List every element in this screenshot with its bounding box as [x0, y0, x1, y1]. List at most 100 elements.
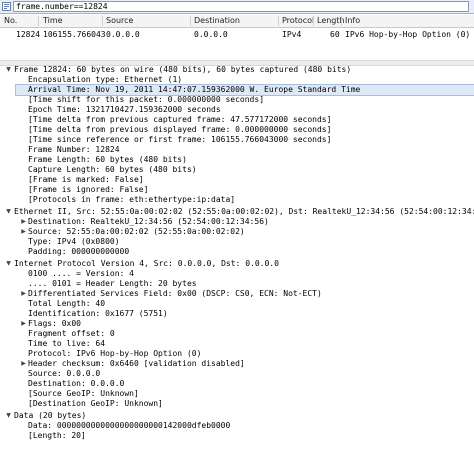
tree-item-text: Data: 0000000000000000000000142000dfeb00… — [28, 421, 231, 430]
tree-item-text: [Time since reference or first frame: 10… — [28, 135, 332, 144]
tree-item-text: [Length: 20] — [28, 431, 86, 440]
tree-node[interactable]: ▶ Header checksum: 0x6460 [validation dis… — [16, 359, 474, 369]
tree-leaf[interactable]: Arrival Time: Nov 19, 2011 14:47:07.1593… — [15, 84, 474, 96]
tree-leaf[interactable]: Total Length: 40 — [16, 299, 474, 309]
tree-leaf[interactable]: Frame Length: 60 bytes (480 bits) — [16, 155, 474, 165]
tree-leaf[interactable]: [Time shift for this packet: 0.000000000… — [16, 95, 474, 105]
tree-leaf[interactable]: Frame Number: 12824 — [16, 145, 474, 155]
packet-info: IPv6 Hop-by-Hop Option (0) — [345, 30, 471, 39]
tree-item-text: Epoch Time: 1321710427.159362000 seconds — [28, 105, 221, 114]
bookmark-filter-icon[interactable] — [2, 2, 11, 11]
expanded-arrow-icon[interactable]: ▼ — [5, 65, 12, 75]
tree-leaf[interactable]: Data: 0000000000000000000000142000dfeb00… — [16, 421, 474, 431]
tree-item-text: Total Length: 40 — [28, 299, 106, 308]
tree-item-text: [Protocols in frame: eth:ethertype:ip:da… — [28, 195, 236, 204]
tree-item-text: Data (20 bytes) — [14, 411, 87, 420]
tree-node[interactable]: ▼ Ethernet II, Src: 52:55:0a:00:02:02 (52… — [0, 207, 474, 217]
column-header-destination[interactable]: Destination — [194, 15, 240, 27]
tree-leaf[interactable]: [Time since reference or first frame: 10… — [16, 135, 474, 145]
tree-leaf[interactable]: Padding: 000000000000 — [16, 247, 474, 257]
display-filter-bar: frame.number==12824 — [0, 0, 474, 14]
column-header-protocol[interactable]: Protocol — [282, 15, 314, 27]
tree-node[interactable]: ▼ Data (20 bytes) — [0, 411, 474, 421]
column-header-info[interactable]: Info — [345, 15, 360, 27]
collapsed-arrow-icon[interactable]: ▶ — [20, 319, 27, 329]
collapsed-arrow-icon[interactable]: ▶ — [20, 289, 27, 299]
tree-leaf[interactable]: [Destination GeoIP: Unknown] — [16, 399, 474, 409]
packet-list-header: No. Time Source Destination Protocol Len… — [0, 15, 474, 28]
display-filter-input[interactable]: frame.number==12824 — [13, 1, 469, 12]
tree-node[interactable]: ▶ Destination: RealtekU_12:34:56 (52:54:0… — [16, 217, 474, 227]
collapsed-arrow-icon[interactable]: ▶ — [20, 359, 27, 369]
expanded-arrow-icon[interactable]: ▼ — [5, 411, 12, 421]
tree-leaf[interactable]: Capture Length: 60 bytes (480 bits) — [16, 165, 474, 175]
column-divider[interactable] — [341, 16, 342, 26]
tree-leaf[interactable]: [Source GeoIP: Unknown] — [16, 389, 474, 399]
tree-leaf[interactable]: [Frame is marked: False] — [16, 175, 474, 185]
tree-item-text: Padding: 000000000000 — [28, 247, 130, 256]
column-header-source[interactable]: Source — [106, 15, 133, 27]
tree-leaf[interactable]: Fragment offset: 0 — [16, 329, 474, 339]
tree-item-text: [Time shift for this packet: 0.000000000… — [28, 95, 265, 104]
column-header-time[interactable]: Time — [43, 15, 63, 27]
tree-item-text: Time to live: 64 — [28, 339, 106, 348]
tree-item-text: [Frame is ignored: False] — [28, 185, 149, 194]
tree-leaf[interactable]: Protocol: IPv6 Hop-by-Hop Option (0) — [16, 349, 474, 359]
tree-item-text: Frame Length: 60 bytes (480 bits) — [28, 155, 187, 164]
collapsed-arrow-icon[interactable]: ▶ — [20, 227, 27, 237]
tree-item-text: 0100 .... = Version: 4 — [28, 269, 134, 278]
column-header-no[interactable]: No. — [4, 15, 17, 27]
tree-node[interactable]: ▶ Source: 52:55:0a:00:02:02 (52:55:0a:00:… — [16, 227, 474, 237]
tree-leaf[interactable]: [Protocols in frame: eth:ethertype:ip:da… — [16, 195, 474, 205]
packet-list-row[interactable]: 12824 106155.766043 0.0.0.0 0.0.0.0 IPv4… — [0, 28, 474, 41]
tree-node[interactable]: ▶ Flags: 0x00 — [16, 319, 474, 329]
packet-details-tree: ▼ Frame 12824: 60 bytes on wire (480 bits… — [0, 65, 474, 470]
tree-leaf[interactable]: Encapsulation type: Ethernet (1) — [16, 75, 474, 85]
tree-leaf[interactable]: [Time delta from previous displayed fram… — [16, 125, 474, 135]
tree-item-text: Flags: 0x00 — [28, 319, 81, 328]
tree-leaf[interactable]: Type: IPv4 (0x0800) — [16, 237, 474, 247]
collapsed-arrow-icon[interactable]: ▶ — [20, 217, 27, 227]
tree-item-text: Arrival Time: Nov 19, 2011 14:47:07.1593… — [28, 85, 361, 94]
packet-no: 12824 — [16, 30, 41, 39]
tree-leaf[interactable]: Destination: 0.0.0.0 — [16, 379, 474, 389]
tree-item-text: Ethernet II, Src: 52:55:0a:00:02:02 (52:… — [14, 207, 474, 216]
tree-node[interactable]: ▼ Frame 12824: 60 bytes on wire (480 bits… — [0, 65, 474, 75]
tree-item-text: Source: 52:55:0a:00:02:02 (52:55:0a:00:0… — [28, 227, 245, 236]
tree-item-text: Differentiated Services Field: 0x00 (DSC… — [28, 289, 322, 298]
expanded-arrow-icon[interactable]: ▼ — [5, 259, 12, 269]
tree-leaf[interactable]: [Length: 20] — [16, 431, 474, 441]
tree-item-text: [Source GeoIP: Unknown] — [28, 389, 139, 398]
tree-item-text: [Time delta from previous captured frame… — [28, 115, 332, 124]
packet-destination: 0.0.0.0 — [194, 30, 228, 39]
tree-item-text: Destination: RealtekU_12:34:56 (52:54:00… — [28, 217, 269, 226]
packet-length: 60 — [330, 30, 340, 39]
column-divider[interactable] — [38, 16, 39, 26]
tree-leaf[interactable]: [Frame is ignored: False] — [16, 185, 474, 195]
packet-source: 0.0.0.0 — [106, 30, 140, 39]
tree-leaf[interactable]: [Time delta from previous captured frame… — [16, 115, 474, 125]
tree-item-text: Frame 12824: 60 bytes on wire (480 bits)… — [14, 65, 352, 74]
tree-leaf[interactable]: .... 0101 = Header Length: 20 bytes — [16, 279, 474, 289]
tree-item-text: Type: IPv4 (0x0800) — [28, 237, 120, 246]
tree-item-text: .... 0101 = Header Length: 20 bytes — [28, 279, 197, 288]
tree-item-text: Capture Length: 60 bytes (480 bits) — [28, 165, 197, 174]
column-divider[interactable] — [278, 16, 279, 26]
tree-leaf[interactable]: Time to live: 64 — [16, 339, 474, 349]
tree-leaf[interactable]: 0100 .... = Version: 4 — [16, 269, 474, 279]
tree-item-text: Frame Number: 12824 — [28, 145, 120, 154]
tree-node[interactable]: ▼ Internet Protocol Version 4, Src: 0.0.0… — [0, 259, 474, 269]
tree-item-text: Header checksum: 0x6460 [validation disa… — [28, 359, 245, 368]
column-divider[interactable] — [102, 16, 103, 26]
tree-leaf[interactable]: Epoch Time: 1321710427.159362000 seconds — [16, 105, 474, 115]
tree-node[interactable]: ▶ Differentiated Services Field: 0x00 (DS… — [16, 289, 474, 299]
expanded-arrow-icon[interactable]: ▼ — [5, 207, 12, 217]
tree-item-text: [Frame is marked: False] — [28, 175, 144, 184]
tree-item-text: Internet Protocol Version 4, Src: 0.0.0.… — [14, 259, 279, 268]
tree-item-text: Destination: 0.0.0.0 — [28, 379, 125, 388]
tree-leaf[interactable]: Identification: 0x1677 (5751) — [16, 309, 474, 319]
column-divider[interactable] — [313, 16, 314, 26]
tree-leaf[interactable]: Source: 0.0.0.0 — [16, 369, 474, 379]
column-divider[interactable] — [190, 16, 191, 26]
tree-item-text: [Destination GeoIP: Unknown] — [28, 399, 163, 408]
